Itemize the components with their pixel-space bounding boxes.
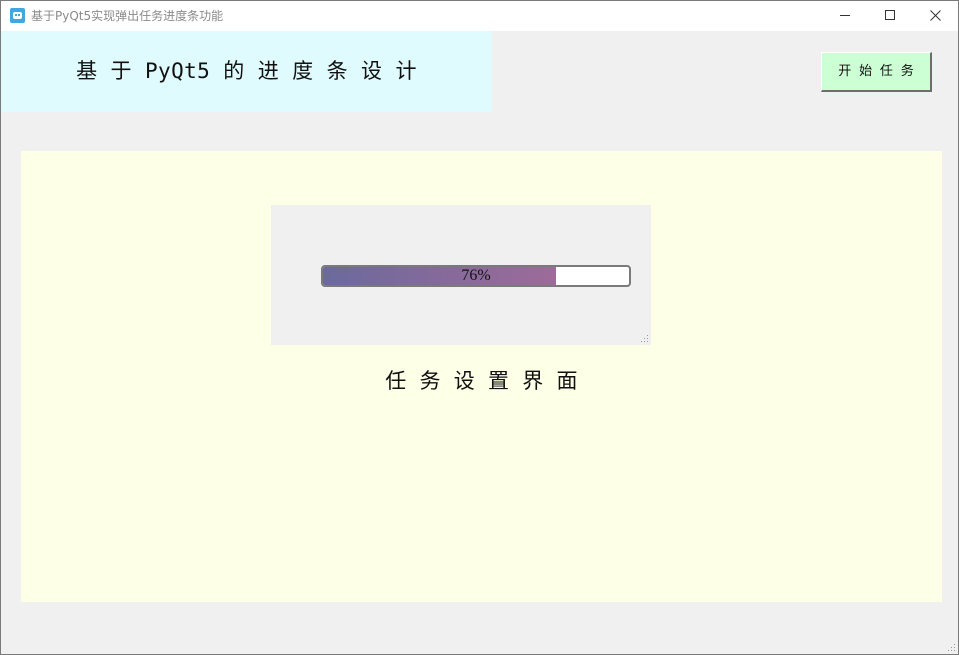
minimize-icon bbox=[840, 15, 850, 16]
progress-bar: 76% bbox=[321, 265, 631, 287]
python-app-icon bbox=[10, 8, 25, 23]
maximize-button[interactable] bbox=[867, 1, 913, 31]
start-task-button[interactable]: 开 始 任 务 bbox=[821, 52, 932, 92]
header-banner: 基 于 PyQt5 的 进 度 条 设 计 bbox=[1, 31, 492, 112]
page-title: 基 于 PyQt5 的 进 度 条 设 计 bbox=[76, 59, 417, 83]
close-icon bbox=[930, 10, 941, 21]
maximize-icon bbox=[885, 10, 895, 20]
progress-dialog: 76% bbox=[271, 205, 651, 345]
panel-caption: 任 务 设 置 界 面 bbox=[385, 369, 578, 393]
minimize-button[interactable] bbox=[822, 1, 868, 31]
resize-grip-icon[interactable] bbox=[641, 335, 649, 343]
task-panel: 76% 任 务 设 置 界 面 bbox=[21, 151, 942, 602]
title-bar[interactable]: 基于PyQt5实现弹出任务进度条功能 bbox=[1, 1, 958, 31]
window-title: 基于PyQt5实现弹出任务进度条功能 bbox=[31, 9, 224, 23]
close-button[interactable] bbox=[912, 1, 958, 31]
progress-label: 76% bbox=[461, 267, 491, 284]
window-resize-grip-icon[interactable] bbox=[948, 644, 956, 652]
main-window: 基于PyQt5实现弹出任务进度条功能 基 于 PyQt5 的 进 度 条 设 计… bbox=[0, 0, 959, 655]
